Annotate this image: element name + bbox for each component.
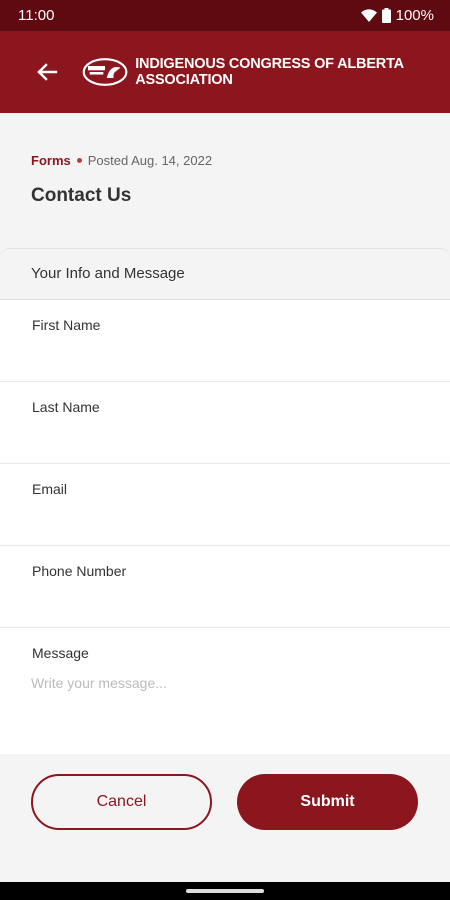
last-name-input[interactable] — [32, 422, 430, 454]
logo-icon — [82, 58, 128, 86]
contact-form: First Name Last Name Email Phone Number … — [0, 300, 450, 754]
app-bar: INDIGENOUS CONGRESS OF ALBERTA ASSOCIATI… — [0, 31, 450, 113]
post-meta: Forms Posted Aug. 14, 2022 — [31, 153, 212, 168]
back-button[interactable] — [30, 52, 64, 92]
post-category[interactable]: Forms — [31, 153, 71, 168]
phone-input[interactable] — [32, 586, 430, 618]
status-time: 11:00 — [18, 7, 55, 24]
system-nav-bar — [0, 882, 450, 900]
last-name-label: Last Name — [32, 399, 100, 415]
form-section-header: Your Info and Message — [0, 248, 450, 300]
home-handle[interactable] — [186, 889, 264, 893]
page-title: Contact Us — [31, 185, 132, 206]
arrow-left-icon — [37, 63, 58, 81]
email-field: Email — [0, 464, 450, 546]
cancel-button[interactable]: Cancel — [31, 774, 212, 830]
last-name-field: Last Name — [0, 382, 450, 464]
first-name-label: First Name — [32, 317, 101, 333]
brand-name: INDIGENOUS CONGRESS OF ALBERTA ASSOCIATI… — [135, 56, 404, 88]
separator-dot — [76, 158, 82, 163]
battery-icon — [381, 8, 391, 23]
phone-label: Phone Number — [32, 563, 127, 579]
email-label: Email — [32, 481, 68, 497]
battery-level: 100% — [395, 7, 434, 24]
phone-field: Phone Number — [0, 546, 450, 628]
first-name-field: First Name — [0, 300, 450, 382]
status-bar: 11:00 100% — [0, 0, 450, 31]
wifi-icon — [360, 9, 377, 22]
message-label: Message — [32, 645, 89, 661]
post-date: Posted Aug. 14, 2022 — [87, 153, 213, 168]
message-input[interactable] — [31, 675, 430, 745]
submit-button[interactable]: Submit — [237, 774, 418, 830]
message-field: Message — [0, 628, 450, 754]
status-icons: 100% — [360, 7, 434, 24]
first-name-input[interactable] — [32, 340, 430, 372]
email-input[interactable] — [32, 504, 430, 536]
